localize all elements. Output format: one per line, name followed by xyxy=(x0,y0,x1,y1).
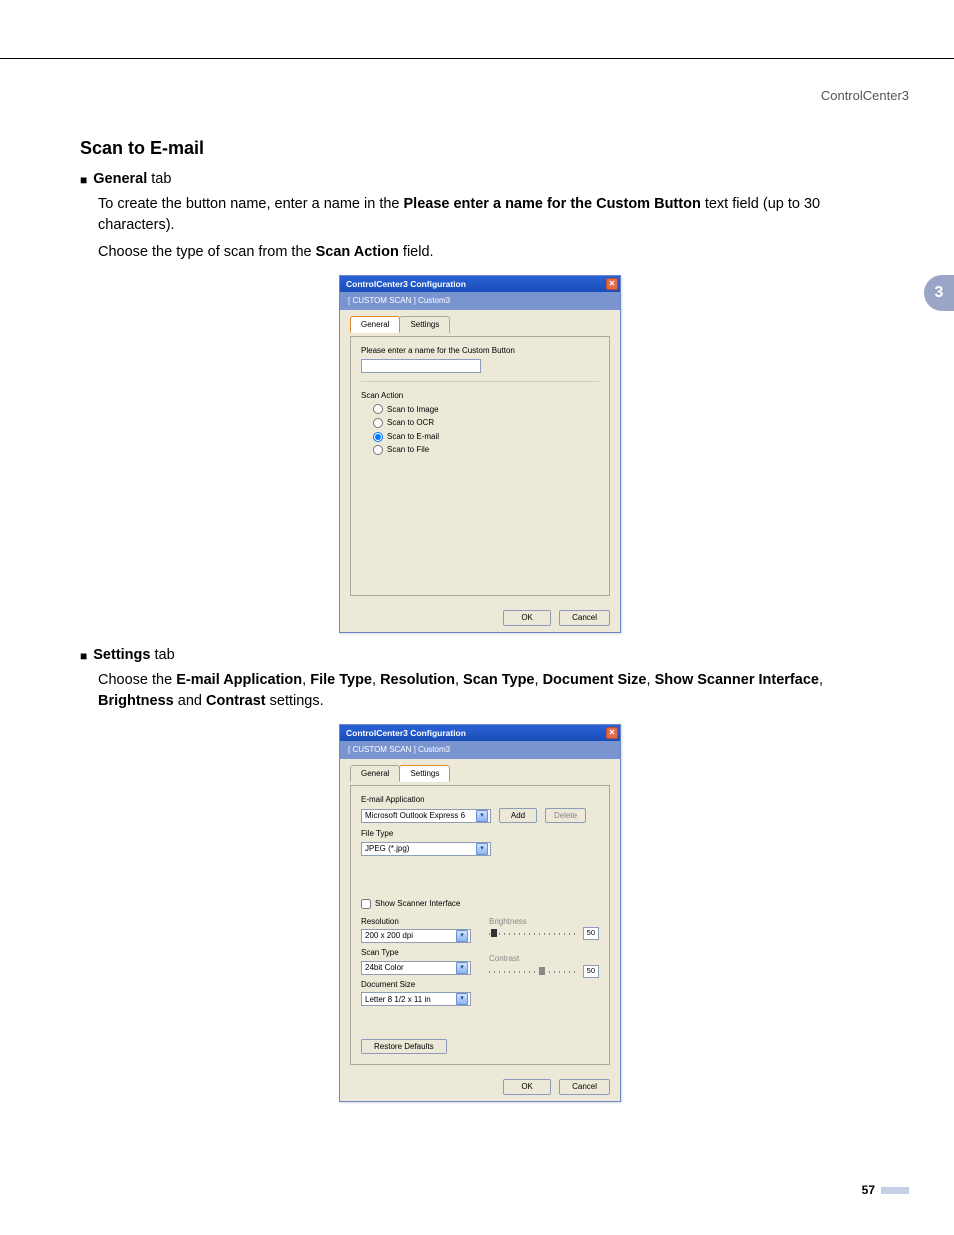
bullet-general: ■ General tab xyxy=(80,169,880,190)
label-resolution: Resolution xyxy=(361,916,471,928)
header-product: ControlCenter3 xyxy=(821,88,909,103)
bullet-text: General tab xyxy=(93,169,171,190)
brightness-slider[interactable]: 50 xyxy=(489,929,599,939)
chevron-down-icon: ▾ xyxy=(476,843,488,855)
ok-button[interactable]: OK xyxy=(503,1079,551,1095)
bullet-text: Settings tab xyxy=(93,645,174,666)
label-brightness: Brightness xyxy=(489,916,599,928)
label-custom-name: Please enter a name for the Custom Butto… xyxy=(361,345,599,357)
bullet-icon: ■ xyxy=(80,648,87,665)
para-create-name: To create the button name, enter a name … xyxy=(98,194,880,236)
label-doc-size: Document Size xyxy=(361,979,471,991)
contrast-value: 50 xyxy=(583,965,599,978)
tab-settings[interactable]: Settings xyxy=(399,765,450,783)
label-file-type: File Type xyxy=(361,828,599,840)
dlg1-title: ControlCenter3 Configuration xyxy=(346,278,466,290)
chevron-down-icon: ▾ xyxy=(456,962,468,974)
cancel-button[interactable]: Cancel xyxy=(559,610,610,626)
tab-general[interactable]: General xyxy=(350,765,400,783)
page-number: 57 xyxy=(862,1183,875,1197)
section-title: Scan to E-mail xyxy=(80,135,880,161)
ok-button[interactable]: OK xyxy=(503,610,551,626)
close-icon[interactable]: ✕ xyxy=(606,278,618,290)
chevron-down-icon: ▾ xyxy=(456,930,468,942)
delete-button[interactable]: Delete xyxy=(545,808,586,824)
radio-scan-email[interactable]: Scan to E-mail xyxy=(373,431,599,443)
scan-type-select[interactable]: 24bit Color▾ xyxy=(361,961,471,975)
dlg2-tabs: General Settings xyxy=(350,765,610,783)
page-footer: 57 xyxy=(862,1183,909,1197)
cancel-button[interactable]: Cancel xyxy=(559,1079,610,1095)
para-choose-scan: Choose the type of scan from the Scan Ac… xyxy=(98,242,880,263)
radio-scan-image[interactable]: Scan to Image xyxy=(373,404,599,416)
custom-name-input[interactable] xyxy=(361,359,481,373)
dlg2-titlebar: ControlCenter3 Configuration ✕ xyxy=(340,725,620,741)
file-type-select[interactable]: JPEG (*.jpg)▾ xyxy=(361,842,491,856)
dlg1-tabs: General Settings xyxy=(350,316,610,334)
radio-scan-file[interactable]: Scan to File xyxy=(373,444,599,456)
brightness-value: 50 xyxy=(583,927,599,940)
dlg1-titlebar: ControlCenter3 Configuration ✕ xyxy=(340,276,620,292)
restore-defaults-button[interactable]: Restore Defaults xyxy=(361,1039,447,1055)
label-scan-action: Scan Action xyxy=(361,390,599,402)
para-settings: Choose the E-mail Application, File Type… xyxy=(98,670,880,712)
bullet-settings: ■ Settings tab xyxy=(80,645,880,666)
dialog-general: ControlCenter3 Configuration ✕ [ CUSTOM … xyxy=(339,275,621,633)
dialog-settings: ControlCenter3 Configuration ✕ [ CUSTOM … xyxy=(339,724,621,1102)
dlg2-subtitle: [ CUSTOM SCAN ] Custom3 xyxy=(340,741,620,759)
dlg1-subtitle: [ CUSTOM SCAN ] Custom3 xyxy=(340,292,620,310)
label-email-app: E-mail Application xyxy=(361,794,599,806)
footer-bar-icon xyxy=(881,1187,909,1194)
resolution-select[interactable]: 200 x 200 dpi▾ xyxy=(361,929,471,943)
radio-scan-ocr[interactable]: Scan to OCR xyxy=(373,417,599,429)
contrast-slider[interactable]: 50 xyxy=(489,967,599,977)
content: Scan to E-mail ■ General tab To create t… xyxy=(80,135,880,1114)
label-scan-type: Scan Type xyxy=(361,947,471,959)
bullet-icon: ■ xyxy=(80,172,87,189)
dlg2-panel: E-mail Application Microsoft Outlook Exp… xyxy=(350,785,610,1065)
tab-general[interactable]: General xyxy=(350,316,400,334)
close-icon[interactable]: ✕ xyxy=(606,727,618,739)
chapter-tab: 3 xyxy=(924,275,954,311)
add-button[interactable]: Add xyxy=(499,808,537,824)
dlg2-title: ControlCenter3 Configuration xyxy=(346,727,466,739)
doc-size-select[interactable]: Letter 8 1/2 x 11 in▾ xyxy=(361,992,471,1006)
chevron-down-icon: ▾ xyxy=(456,993,468,1005)
chevron-down-icon: ▾ xyxy=(476,810,488,822)
dlg1-panel: Please enter a name for the Custom Butto… xyxy=(350,336,610,596)
email-app-select[interactable]: Microsoft Outlook Express 6▾ xyxy=(361,809,491,823)
label-contrast: Contrast xyxy=(489,953,599,965)
top-rule xyxy=(0,58,954,59)
tab-settings[interactable]: Settings xyxy=(399,316,450,334)
show-scanner-checkbox[interactable]: Show Scanner Interface xyxy=(361,898,599,910)
